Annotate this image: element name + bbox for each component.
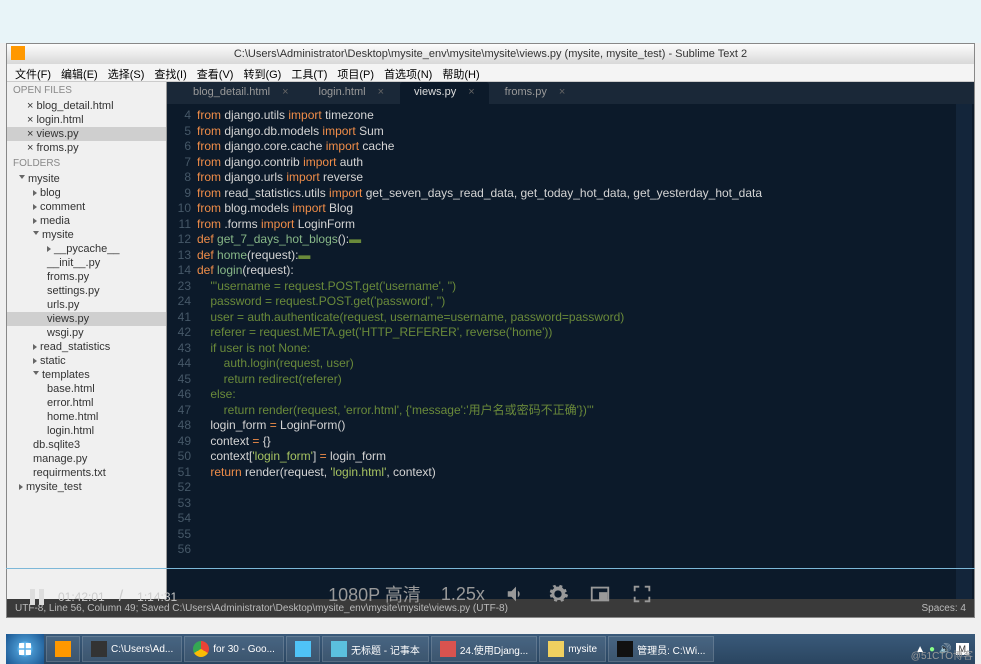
menu-item[interactable]: 帮助(H)	[438, 64, 483, 81]
open-file-item[interactable]: × blog_detail.html	[7, 99, 166, 113]
video-progress-bar[interactable]	[6, 568, 975, 569]
taskbar-button[interactable]: for 30 - Goo...	[184, 636, 284, 662]
folder-item[interactable]: mysite	[7, 228, 166, 242]
open-file-item[interactable]: × login.html	[7, 113, 166, 127]
folder-item[interactable]: blog	[7, 186, 166, 200]
file-item[interactable]: views.py	[7, 312, 166, 326]
close-tab-icon[interactable]: ×	[468, 86, 474, 98]
menu-item[interactable]: 选择(S)	[104, 64, 149, 81]
close-tab-icon[interactable]: ×	[378, 86, 384, 98]
folders-header: FOLDERS	[7, 155, 166, 172]
watermark: @51CTO博客	[911, 647, 973, 662]
file-item[interactable]: db.sqlite3	[7, 438, 166, 452]
status-right[interactable]: Spaces: 4	[922, 603, 966, 614]
file-item[interactable]: wsgi.py	[7, 326, 166, 340]
file-item[interactable]: manage.py	[7, 452, 166, 466]
tab-bar: blog_detail.html×login.html×views.py×fro…	[167, 82, 974, 104]
folder-item[interactable]: __pycache__	[7, 242, 166, 256]
menu-item[interactable]: 查看(V)	[193, 64, 238, 81]
code-lines[interactable]: from django.utils import timezonefrom dj…	[197, 104, 974, 599]
editor-tab[interactable]: froms.py×	[491, 82, 580, 104]
menubar[interactable]: 文件(F)编辑(E)选择(S)查找(I)查看(V)转到(G)工具(T)项目(P)…	[7, 64, 974, 82]
file-item[interactable]: __init__.py	[7, 256, 166, 270]
minimap[interactable]	[956, 104, 972, 599]
close-tab-icon[interactable]: ×	[559, 86, 565, 98]
taskbar-button[interactable]: 无标题 - 记事本	[322, 636, 429, 662]
taskbar-button[interactable]: mysite	[539, 636, 606, 662]
taskbar-button[interactable]: 管理员: C:\Wi...	[608, 636, 714, 662]
browser-chrome-spacer	[0, 0, 981, 43]
menu-item[interactable]: 转到(G)	[239, 64, 285, 81]
menu-item[interactable]: 项目(P)	[333, 64, 378, 81]
menu-item[interactable]: 查找(I)	[150, 64, 190, 81]
file-item[interactable]: base.html	[7, 382, 166, 396]
play-controls: 01:42:01 / 1:14:31	[30, 588, 177, 606]
file-item[interactable]: settings.py	[7, 284, 166, 298]
editor-tab[interactable]: login.html×	[305, 82, 399, 104]
file-item[interactable]: home.html	[7, 410, 166, 424]
code-area[interactable]: 4567891011121314232441424344454647484950…	[167, 104, 974, 599]
sublime-window: C:\Users\Administrator\Desktop\mysite_en…	[6, 43, 975, 618]
file-item[interactable]: urls.py	[7, 298, 166, 312]
taskbar-button[interactable]: C:\Users\Ad...	[82, 636, 182, 662]
folder-item[interactable]: mysite	[7, 172, 166, 186]
open-file-item[interactable]: × froms.py	[7, 141, 166, 155]
editor-area: blog_detail.html×login.html×views.py×fro…	[167, 82, 974, 599]
folder-item[interactable]: media	[7, 214, 166, 228]
folder-item[interactable]: static	[7, 354, 166, 368]
folder-item[interactable]: mysite_test	[7, 480, 166, 494]
line-gutter: 4567891011121314232441424344454647484950…	[167, 104, 197, 599]
app-icon	[11, 46, 25, 60]
titlebar[interactable]: C:\Users\Administrator\Desktop\mysite_en…	[7, 44, 974, 64]
sidebar: OPEN FILES × blog_detail.html× login.htm…	[7, 82, 167, 599]
menu-item[interactable]: 文件(F)	[11, 64, 55, 81]
menu-item[interactable]: 工具(T)	[287, 64, 331, 81]
file-item[interactable]: error.html	[7, 396, 166, 410]
open-file-item[interactable]: × views.py	[7, 127, 166, 141]
menu-item[interactable]: 首选项(N)	[380, 64, 436, 81]
windows-taskbar[interactable]: C:\Users\Ad...for 30 - Goo... 无标题 - 记事本24…	[6, 634, 975, 664]
title-text: C:\Users\Administrator\Desktop\mysite_en…	[234, 48, 747, 60]
close-tab-icon[interactable]: ×	[282, 86, 288, 98]
time-total: 1:14:31	[137, 590, 177, 604]
folder-item[interactable]: read_statistics	[7, 340, 166, 354]
pause-icon[interactable]	[30, 589, 44, 605]
editor-tab[interactable]: views.py×	[400, 82, 489, 104]
editor-tab[interactable]: blog_detail.html×	[179, 82, 303, 104]
menu-item[interactable]: 编辑(E)	[57, 64, 102, 81]
open-files-header: OPEN FILES	[7, 82, 166, 99]
taskbar-button[interactable]	[286, 636, 320, 662]
file-item[interactable]: requirments.txt	[7, 466, 166, 480]
folder-item[interactable]: templates	[7, 368, 166, 382]
start-button[interactable]	[6, 634, 44, 664]
file-item[interactable]: login.html	[7, 424, 166, 438]
time-current: 01:42:01	[58, 590, 105, 604]
taskbar-button[interactable]: 24.使用Djang...	[431, 636, 537, 662]
folder-item[interactable]: comment	[7, 200, 166, 214]
taskbar-button[interactable]	[46, 636, 80, 662]
file-item[interactable]: froms.py	[7, 270, 166, 284]
